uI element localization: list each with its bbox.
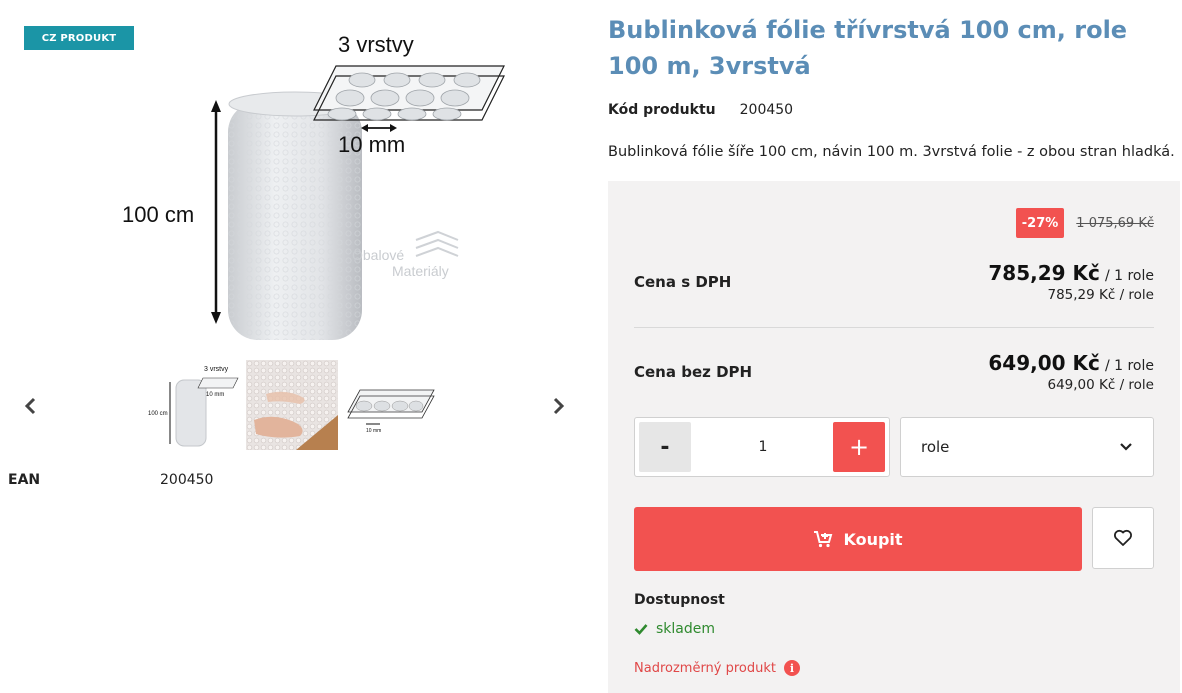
watermark-logo-icon [415, 230, 459, 257]
availability-label: Dostupnost [634, 592, 725, 608]
bubble-wrap-photo-icon [246, 360, 338, 450]
price-without-vat-per-unit: 649,00 Kč / role [1047, 377, 1154, 393]
price-without-vat-label: Cena bez DPH [634, 363, 753, 381]
chevron-left-icon [24, 397, 36, 415]
thumb-layers-label: 3 vrstvy [204, 366, 229, 373]
price-without-vat: 649,00 Kč [988, 351, 1100, 375]
buy-button[interactable]: Koupit [634, 507, 1082, 571]
gallery-prev-button[interactable] [16, 392, 44, 420]
layers-label: 3 vrstvy [338, 32, 414, 57]
info-icon[interactable]: i [784, 660, 801, 676]
unit-select-value: role [921, 438, 950, 456]
quantity-increase-button[interactable]: + [833, 422, 885, 472]
old-price-row: -27% 1 075,69 Kč [1015, 208, 1154, 238]
bubble-wrap-roll-illustration: 3 vrstvy 100 cm 10 mm Obalové Materiály [122, 32, 505, 340]
price-without-vat-unit: / 1 role [1104, 358, 1154, 374]
cart-add-icon [814, 531, 833, 548]
oversize-text: Nadrozměrný produkt [634, 660, 777, 676]
thumbnail-photo[interactable] [246, 360, 338, 450]
ean-label: EAN [8, 472, 41, 488]
height-label: 100 cm [122, 202, 194, 227]
price-without-vat-row: Cena bez DPH 649,00 Kč / 1 role 649,00 K… [634, 351, 1154, 393]
ean-value: 200450 [160, 472, 214, 488]
watermark-line2: Materiály [392, 263, 449, 279]
bubble-size-label: 10 mm [338, 132, 405, 157]
chevron-down-icon [1120, 443, 1132, 451]
main-product-image[interactable]: 3 vrstvy 100 cm 10 mm Obalové Materiály [110, 22, 520, 352]
old-price: 1 075,69 Kč [1076, 215, 1154, 231]
thumb-bubble-label: 10 mm [366, 428, 381, 434]
thumbnail-roll[interactable]: 3 vrstvy 100 cm 10 mm [148, 360, 240, 450]
oversize-notice: Nadrozměrný produkt i [634, 660, 801, 676]
quantity-input[interactable] [695, 422, 831, 472]
thumb-height-label: 100 cm [148, 411, 168, 417]
bubble-wrap-roll-diagram-icon: 3 vrstvy 100 cm 10 mm [148, 366, 239, 447]
wishlist-button[interactable] [1092, 507, 1154, 569]
heart-icon [1114, 529, 1132, 546]
price-with-vat-row: Cena s DPH 785,29 Kč / 1 role 785,29 Kč … [634, 261, 1154, 303]
buy-button-label: Koupit [843, 529, 903, 549]
price-panel: -27% 1 075,69 Kč Cena s DPH 785,29 Kč / … [608, 181, 1180, 693]
gallery-thumbnails: 3 vrstvy 100 cm 10 mm 10 mm [148, 360, 436, 450]
check-icon [634, 624, 648, 635]
quantity-decrease-button[interactable]: - [639, 422, 691, 472]
availability-status-text: skladem [656, 621, 716, 637]
product-code-value: 200450 [739, 102, 794, 118]
gallery-next-button[interactable] [545, 392, 573, 420]
price-with-vat-unit: / 1 role [1104, 268, 1154, 284]
chevron-right-icon [553, 397, 565, 415]
unit-select[interactable]: role [900, 417, 1154, 477]
watermark-line1: Obalové [352, 247, 404, 263]
bubble-layers-diagram-icon: 10 mm [347, 389, 435, 434]
product-title: Bublinková fólie třívrstvá 100 cm, role … [608, 16, 1128, 80]
thumbnail-layers[interactable]: 10 mm [344, 360, 436, 450]
quantity-stepper: - + [634, 417, 890, 477]
price-with-vat-label: Cena s DPH [634, 273, 732, 291]
product-code-row: Kód produktu 200450 [608, 102, 793, 118]
product-code-label: Kód produktu [608, 102, 716, 118]
price-with-vat-per-unit: 785,29 Kč / role [1047, 287, 1154, 303]
discount-badge: -27% [1015, 208, 1065, 238]
product-short-description: Bublinková fólie šíře 100 cm, návin 100 … [608, 144, 1175, 160]
price-divider [634, 327, 1154, 328]
thumb-bubble-label: 10 mm [206, 392, 224, 398]
availability-status: skladem [634, 621, 715, 637]
price-with-vat: 785,29 Kč [988, 261, 1100, 285]
